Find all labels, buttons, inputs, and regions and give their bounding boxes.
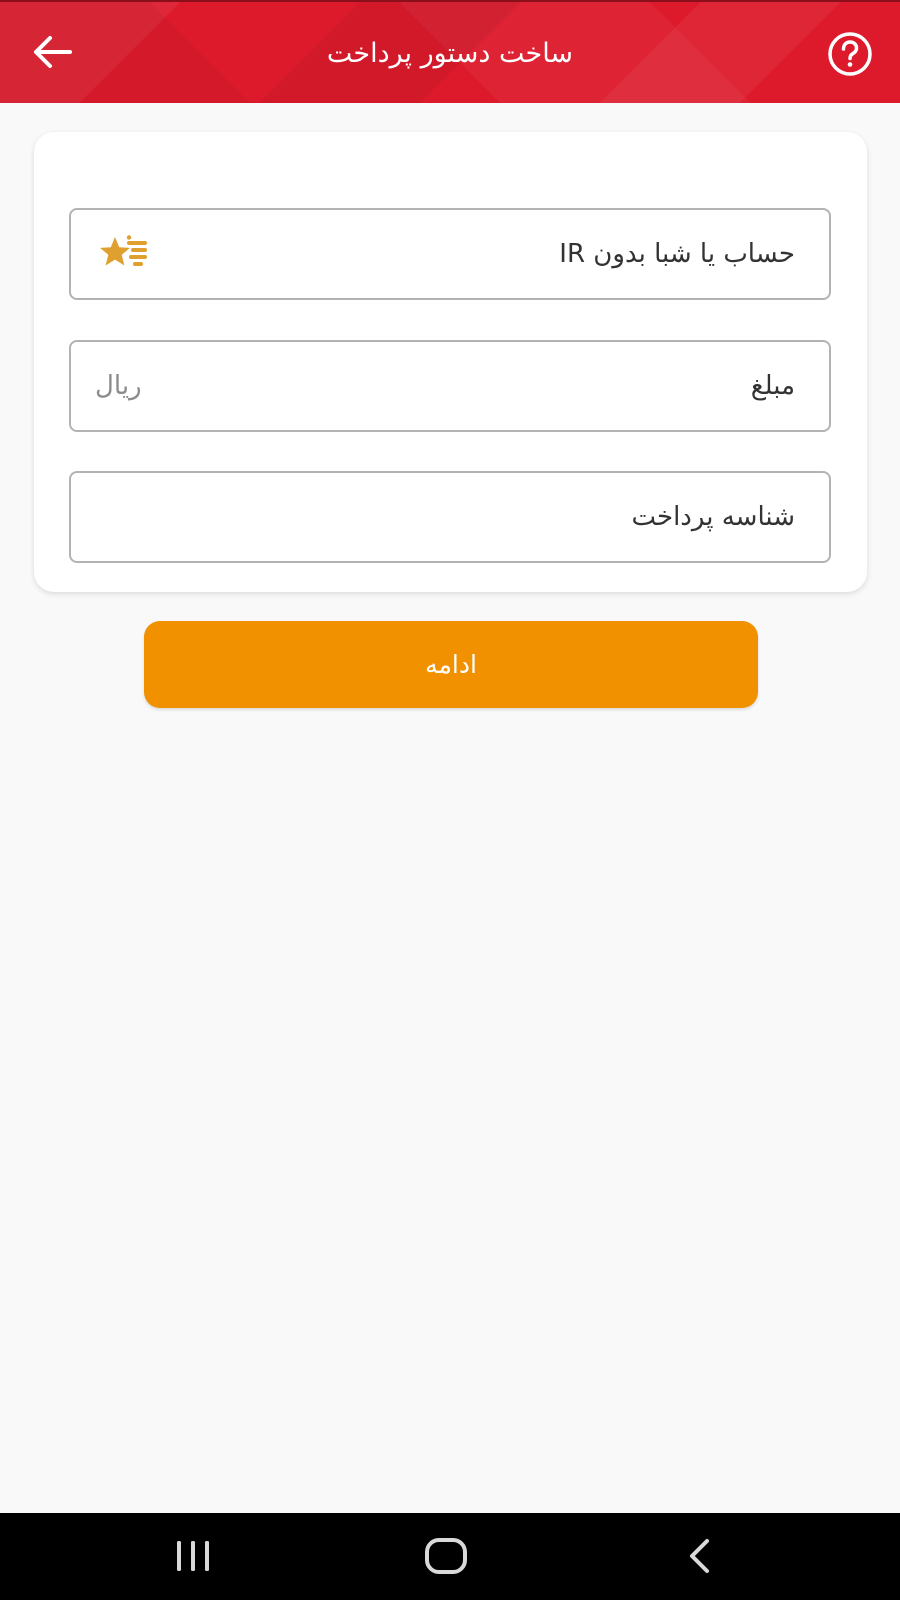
favorite-star-list-icon[interactable]	[93, 234, 153, 274]
form-card: حساب یا شبا بدون IR مبلغ ریال شناسه پردا…	[34, 132, 867, 592]
back-button[interactable]	[28, 28, 76, 76]
help-button[interactable]	[826, 30, 874, 78]
home-button[interactable]	[406, 1523, 486, 1589]
question-circle-icon	[828, 32, 872, 76]
app-bar: ساخت دستور پرداخت	[0, 0, 900, 103]
chevron-left-icon	[690, 1539, 709, 1573]
home-icon	[425, 1538, 467, 1574]
account-field[interactable]: حساب یا شبا بدون IR	[69, 208, 831, 300]
payment-id-field-label: شناسه پرداخت	[631, 502, 795, 532]
system-nav-bar	[0, 1513, 900, 1600]
system-back-button[interactable]	[660, 1523, 740, 1589]
page-title: ساخت دستور پرداخت	[326, 38, 574, 69]
amount-unit: ریال	[95, 371, 142, 401]
recents-icon	[177, 1541, 209, 1571]
amount-field-label: مبلغ	[750, 371, 795, 401]
recents-button[interactable]	[153, 1523, 233, 1589]
amount-field[interactable]: مبلغ ریال	[69, 340, 831, 432]
payment-id-field[interactable]: شناسه پرداخت	[69, 471, 831, 563]
arrow-left-icon	[34, 36, 72, 68]
account-field-label: حساب یا شبا بدون IR	[559, 239, 795, 269]
continue-button[interactable]: ادامه	[144, 621, 758, 708]
